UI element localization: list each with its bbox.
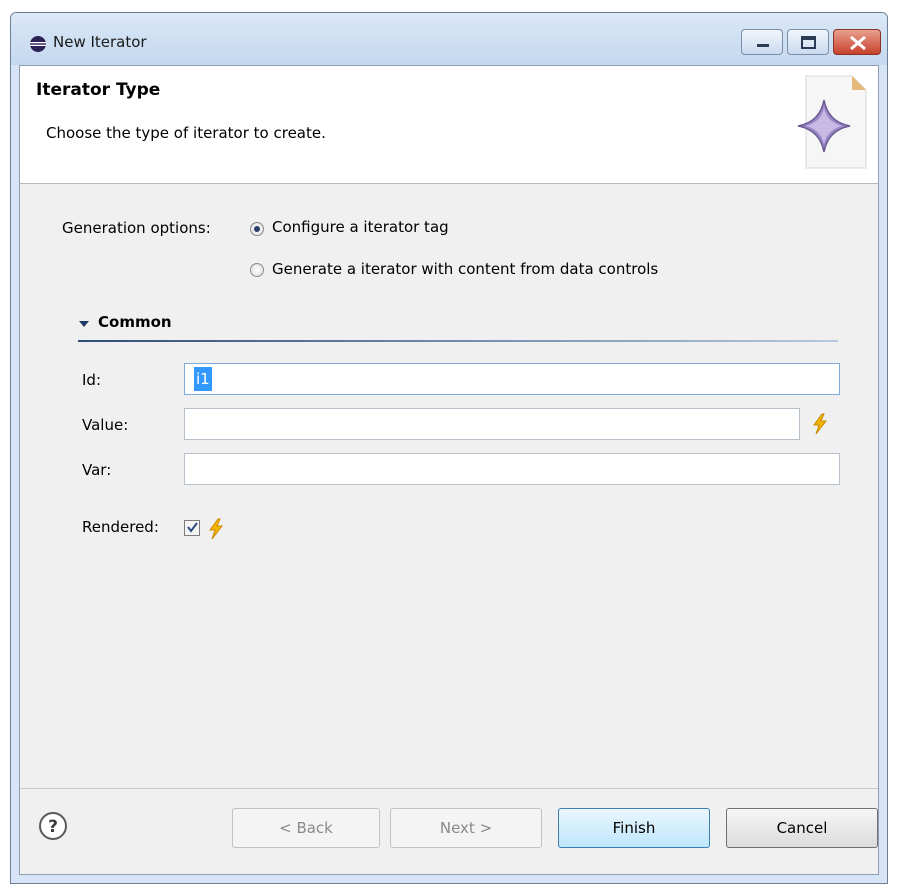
id-input[interactable] [184,363,840,395]
minimize-button[interactable] [741,29,783,55]
var-label: Var: [82,461,112,479]
dialog-client-area: Iterator Type Choose the type of iterato… [19,65,879,875]
maximize-button[interactable] [787,29,829,55]
close-button[interactable] [833,29,881,55]
back-button[interactable]: < Back [232,808,380,848]
svg-text:?: ? [48,817,58,837]
value-input[interactable] [184,408,800,440]
var-input[interactable] [184,453,840,485]
configure-tag-radio[interactable] [250,222,264,236]
maximize-icon [801,36,816,49]
cancel-button[interactable]: Cancel [726,808,878,848]
rendered-expression-icon[interactable] [206,518,226,540]
id-value[interactable]: i1 [194,367,212,391]
checkmark-icon [187,522,198,533]
page-description: Choose the type of iterator to create. [46,124,326,142]
rendered-label: Rendered: [82,518,159,536]
generate-from-data-controls-label[interactable]: Generate a iterator with content from da… [272,260,658,278]
title-bar[interactable]: New Iterator [11,13,887,65]
wizard-header: Iterator Type Choose the type of iterato… [20,66,878,184]
generate-from-data-controls-radio[interactable] [250,263,264,277]
next-button[interactable]: Next > [390,808,542,848]
dialog-window: New Iterator Iterator Type Choose the ty… [10,12,888,884]
rendered-checkbox[interactable] [184,520,200,536]
section-divider [78,340,838,342]
configure-tag-label[interactable]: Configure a iterator tag [272,218,449,236]
chevron-down-icon[interactable] [79,320,91,330]
finish-button[interactable]: Finish [558,808,710,848]
page-title: Iterator Type [36,80,161,100]
close-icon [850,35,866,51]
help-icon[interactable]: ? [38,811,68,841]
wizard-sparkle-icon [797,75,867,169]
id-label: Id: [82,371,101,389]
window-title: New Iterator [53,33,147,51]
footer-divider [20,788,878,789]
expression-builder-icon[interactable] [810,413,830,435]
common-section-title[interactable]: Common [98,313,172,331]
eclipse-icon [30,36,46,52]
generation-options-label: Generation options: [62,219,211,237]
value-label: Value: [82,416,129,434]
minimize-icon [757,44,769,47]
